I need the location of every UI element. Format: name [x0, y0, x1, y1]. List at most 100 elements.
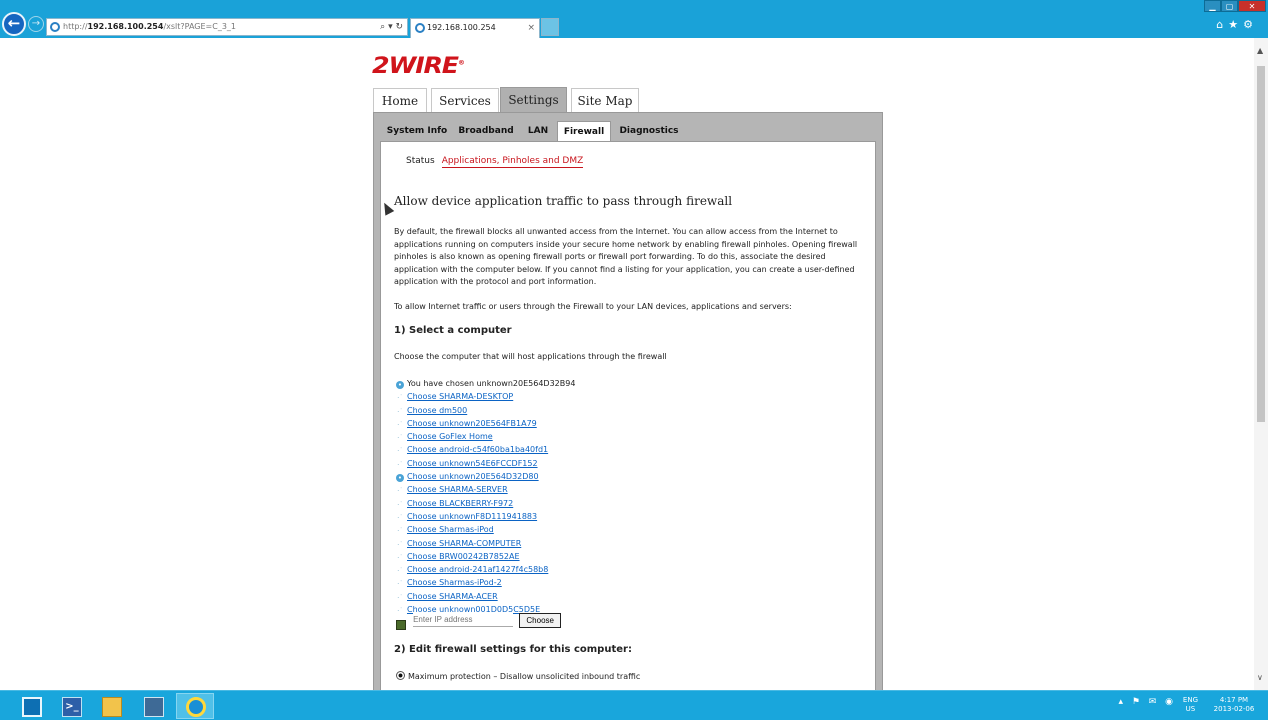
computer-icon: ·˙	[397, 527, 403, 536]
tab-home[interactable]: Home	[373, 88, 427, 112]
choose-computer-link[interactable]: Choose unknown20E564FB1A79	[407, 419, 537, 428]
maximum-protection-radio[interactable]	[396, 671, 405, 680]
list-item[interactable]: ·˙ Choose SHARMA-COMPUTER	[396, 537, 696, 550]
address-actions[interactable]: ⌕ ▾ ↻	[380, 19, 403, 35]
new-tab-button[interactable]	[541, 18, 559, 36]
computer-icon	[396, 620, 406, 630]
start-button[interactable]	[12, 693, 50, 719]
list-item[interactable]: ·˙ Choose android-241af1427f4c58b8	[396, 563, 696, 576]
forward-button[interactable]: →	[28, 16, 44, 32]
choose-computer-link[interactable]: Choose SHARMA-COMPUTER	[407, 539, 521, 548]
list-item[interactable]: ·˙ Choose android-c54f60ba1ba40fd1	[396, 443, 696, 456]
computer-icon: ·˙	[397, 487, 403, 496]
browser-tab[interactable]: 192.168.100.254 ×	[410, 18, 540, 38]
choose-computer-link[interactable]: Choose Sharmas-iPod-2	[407, 578, 502, 587]
choose-computer-link[interactable]: Choose unknownF8D111941883	[407, 512, 537, 521]
file-explorer-button[interactable]	[92, 693, 130, 719]
maximum-protection-label: Maximum protection – Disallow unsolicite…	[408, 672, 641, 681]
subnav-status[interactable]: Status	[406, 156, 435, 166]
computer-icon: ·˙	[397, 394, 403, 403]
tab-services[interactable]: Services	[431, 88, 499, 112]
choose-computer-link[interactable]: Choose SHARMA-SERVER	[407, 485, 508, 494]
choose-computer-link[interactable]: Choose SHARMA-ACER	[407, 592, 498, 601]
taskbar: >_ ▴ ⚑ ✉ ◉ ENG US 4:17 PM 2013-02-06	[0, 690, 1268, 720]
choose-computer-link[interactable]: Choose BRW00242B7852AE	[407, 552, 520, 561]
list-item[interactable]: ·˙ Choose dm500	[396, 404, 696, 417]
list-item[interactable]: ·˙ Choose BLACKBERRY-F972	[396, 497, 696, 510]
ip-address-input[interactable]	[413, 613, 514, 627]
system-tray-icons[interactable]: ▴ ⚑ ✉ ◉	[1118, 697, 1176, 707]
list-item[interactable]: ·˙ Choose SHARMA-SERVER	[396, 483, 696, 496]
scroll-down-icon[interactable]: ∨	[1257, 673, 1263, 682]
close-button[interactable]: ✕	[1238, 0, 1266, 12]
computer-icon: ·˙	[397, 407, 403, 416]
choose-computer-link[interactable]: Choose GoFlex Home	[407, 432, 493, 441]
choose-computer-link[interactable]: Choose unknown54E6FCCDF152	[407, 459, 538, 468]
section-select-computer-desc: Choose the computer that will host appli…	[394, 352, 667, 361]
powershell-button[interactable]: >_	[52, 693, 90, 719]
computer-icon: ·˙	[397, 447, 403, 456]
address-path: /xslt?PAGE=C_3_1	[163, 22, 237, 31]
subnav-applications-pinholes-dmz[interactable]: Applications, Pinholes and DMZ	[441, 156, 584, 168]
subtab-lan[interactable]: LAN	[524, 121, 552, 141]
selected-computer-icon: •	[396, 381, 404, 389]
computer-icon: ·˙	[397, 580, 403, 589]
subtab-system-info[interactable]: System Info	[386, 121, 448, 141]
settings-subnav: System Info Broadband LAN Firewall Diagn…	[374, 121, 882, 143]
input-language[interactable]: ENG US	[1183, 696, 1198, 714]
logo-trademark: ®	[457, 59, 465, 67]
computer-icon: ·˙	[397, 434, 403, 443]
list-item[interactable]: ·˙ Choose unknown54E6FCCDF152	[396, 457, 696, 470]
computer-icon: ·˙	[397, 540, 403, 549]
section-edit-firewall-title: 2) Edit firewall settings for this compu…	[394, 644, 632, 655]
list-item[interactable]: ·˙ Choose Sharmas-iPod-2	[396, 576, 696, 589]
list-item[interactable]: ·˙ Choose unknownF8D111941883	[396, 510, 696, 523]
maximize-button[interactable]: ▢	[1221, 0, 1238, 12]
address-bar[interactable]: http://192.168.100.254/xslt?PAGE=C_3_1 ⌕…	[46, 18, 408, 36]
vertical-scrollbar[interactable]: ▲ ∨	[1254, 38, 1268, 690]
internet-explorer-button[interactable]	[176, 693, 214, 719]
choose-computer-link[interactable]: Choose SHARMA-DESKTOP	[407, 392, 513, 401]
tab-close-icon[interactable]: ×	[527, 19, 535, 37]
list-item[interactable]: ·˙ Choose SHARMA-ACER	[396, 590, 696, 603]
choose-computer-link[interactable]: Choose unknown20E564D32D80	[407, 472, 539, 481]
tab-site-map[interactable]: Site Map	[571, 88, 639, 112]
subtab-firewall[interactable]: Firewall	[557, 121, 611, 143]
maximum-protection-option[interactable]: Maximum protection – Disallow unsolicite…	[396, 671, 640, 681]
choose-computer-link[interactable]: Choose BLACKBERRY-F972	[407, 499, 513, 508]
instruction-text: To allow Internet traffic or users throu…	[394, 302, 792, 311]
list-item[interactable]: ·˙ Choose unknown20E564FB1A79	[396, 417, 696, 430]
ip-entry-row: Choose	[396, 613, 562, 630]
minimize-button[interactable]: ▁	[1204, 0, 1221, 12]
browser-chrome: ← → http://192.168.100.254/xslt?PAGE=C_3…	[0, 0, 1268, 38]
choose-computer-link[interactable]: Choose android-241af1427f4c58b8	[407, 565, 548, 574]
list-item[interactable]: ·˙ Choose SHARMA-DESKTOP	[396, 390, 696, 403]
scroll-thumb[interactable]	[1257, 66, 1265, 422]
window-controls: ▁ ▢ ✕	[1204, 0, 1266, 12]
intro-paragraph: By default, the firewall blocks all unwa…	[394, 227, 858, 287]
server-manager-icon	[144, 697, 164, 717]
choose-computer-link[interactable]: Choose Sharmas-iPod	[407, 525, 494, 534]
address-prefix: http://	[63, 22, 88, 31]
back-button[interactable]: ←	[2, 12, 26, 36]
computer-list: • You have chosen unknown20E564D32B94 ·˙ Ch…	[396, 377, 696, 616]
list-item[interactable]: ·˙ Choose BRW00242B7852AE	[396, 550, 696, 563]
computer-icon: ·˙	[397, 567, 403, 576]
subtab-diagnostics[interactable]: Diagnostics	[617, 121, 681, 141]
server-manager-button[interactable]	[134, 693, 172, 719]
selected-computer-icon: •	[396, 474, 404, 483]
choose-computer-link[interactable]: Choose dm500	[407, 406, 467, 415]
choose-computer-link[interactable]: Choose android-c54f60ba1ba40fd1	[407, 445, 548, 454]
list-item[interactable]: ·˙ Choose GoFlex Home	[396, 430, 696, 443]
ie-icon	[186, 697, 206, 717]
home-favorites-tools-icons[interactable]: ⌂★⚙	[1216, 18, 1258, 31]
tab-settings[interactable]: Settings	[500, 87, 567, 113]
clock[interactable]: 4:17 PM 2013-02-06	[1208, 696, 1260, 714]
ie-icon	[415, 23, 425, 33]
scroll-up-icon[interactable]: ▲	[1257, 46, 1263, 55]
choose-button[interactable]: Choose	[519, 613, 562, 628]
subtab-broadband[interactable]: Broadband	[458, 121, 514, 141]
list-item[interactable]: ·˙ Choose Sharmas-iPod	[396, 523, 696, 536]
list-item: • You have chosen unknown20E564D32B94	[396, 377, 696, 390]
list-item[interactable]: • Choose unknown20E564D32D80	[396, 470, 696, 483]
